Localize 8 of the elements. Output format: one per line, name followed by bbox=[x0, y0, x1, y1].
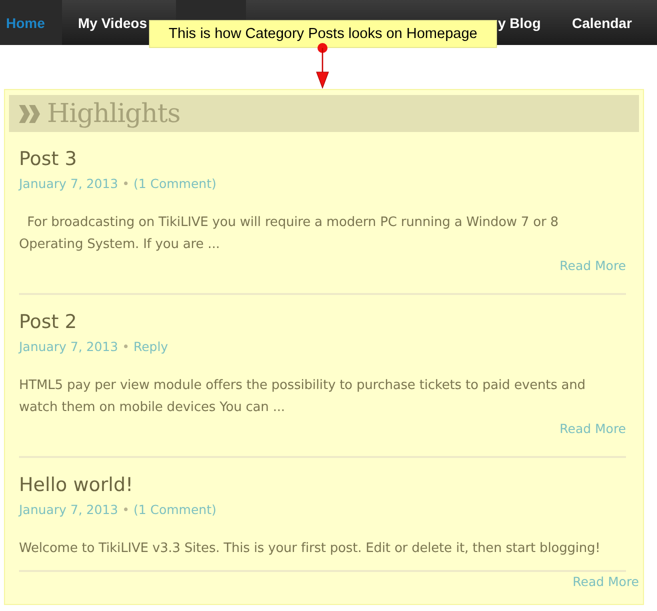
post-excerpt: Welcome to TikiLIVE v3.3 Sites. This is your first post. Edit or delete it, then start blogging! bbox=[19, 540, 602, 558]
separator-dot: • bbox=[122, 502, 130, 517]
post-excerpt: For broadcasting on TikiLIVE you will require a modern PC running a Window 7 or 8 Operating System. If you are ... bbox=[19, 214, 560, 254]
separator-dot: • bbox=[122, 176, 130, 191]
annotation-tooltip: This is how Category Posts looks on Homepage bbox=[149, 20, 497, 48]
separator-dot: • bbox=[122, 339, 130, 354]
post-excerpt: HTML5 pay per view module offers the possibility to purchase tickets to paid events and watch them on mobile devices You can ... bbox=[19, 377, 586, 417]
widget-title: Highlights bbox=[47, 98, 180, 128]
